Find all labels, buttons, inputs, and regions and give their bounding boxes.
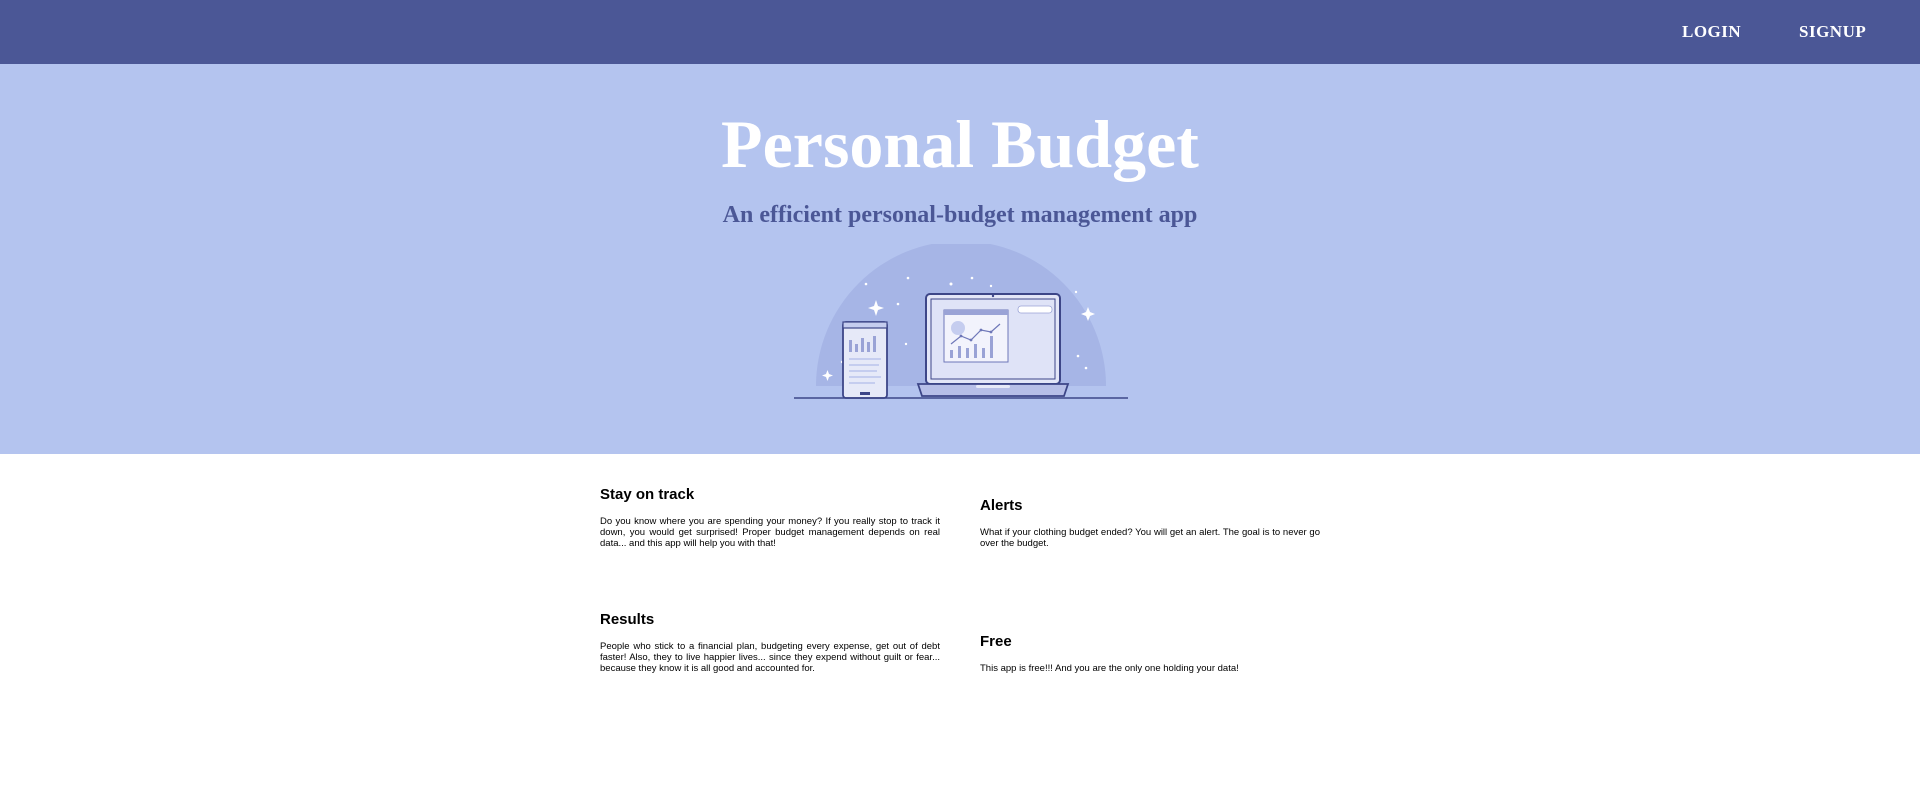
top-navigation-bar: LOGIN SIGNUP	[0, 0, 1920, 64]
feature-free: Free This app is free!!! And you are the…	[980, 633, 1320, 674]
hero-banner: Personal Budget An efficient personal-bu…	[0, 64, 1920, 454]
phone-and-laptop-chart-illustration	[794, 244, 1128, 399]
page-subtitle: An efficient personal-budget management …	[722, 202, 1198, 228]
feature-description: What if your clothing budget ended? You …	[980, 527, 1320, 549]
page-title: Personal Budget	[721, 106, 1199, 182]
feature-title: Alerts	[980, 497, 1023, 514]
feature-description: Do you know where you are spending your …	[600, 516, 940, 549]
feature-description: This app is free!!! And you are the only…	[980, 663, 1239, 674]
feature-title: Stay on track	[600, 486, 695, 503]
feature-description: People who stick to a financial plan, bu…	[600, 641, 940, 674]
features-section: Stay on track Do you know where you are …	[0, 454, 1920, 796]
login-link[interactable]: LOGIN	[1682, 22, 1741, 42]
feature-title: Free	[980, 633, 1012, 650]
feature-results: Results People who stick to a financial …	[600, 611, 940, 674]
signup-link[interactable]: SIGNUP	[1799, 22, 1866, 42]
feature-title: Results	[600, 611, 655, 628]
feature-alerts: Alerts What if your clothing budget ende…	[980, 497, 1320, 549]
feature-stay-on-track: Stay on track Do you know where you are …	[600, 486, 940, 549]
